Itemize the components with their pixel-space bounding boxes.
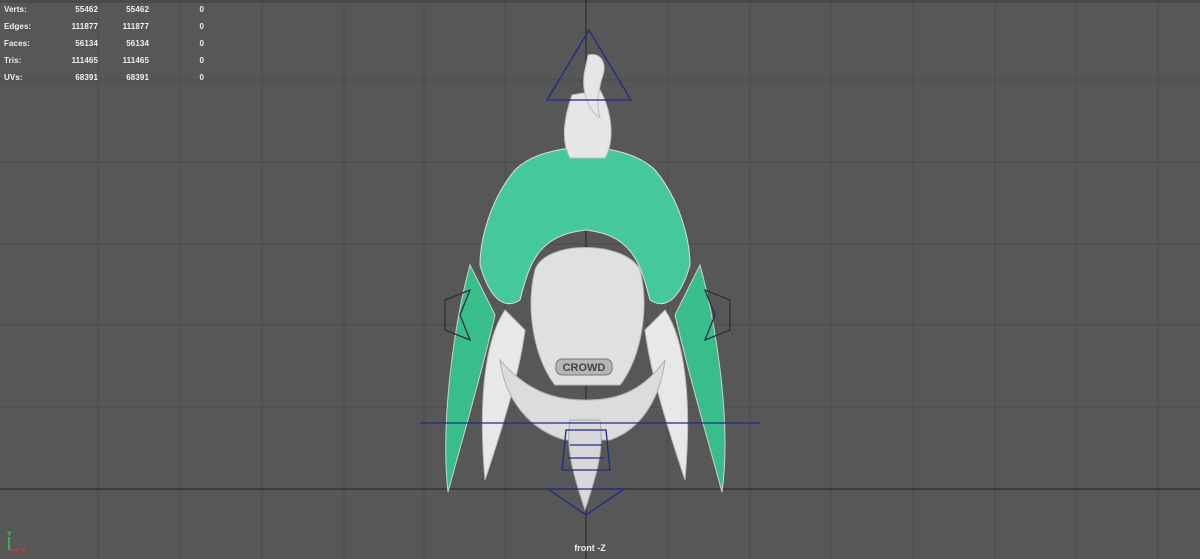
hud-label: UVs: (4, 73, 23, 82)
hud-row-faces: Faces: 56134 56134 0 (4, 35, 214, 52)
hud-value: 56134 (75, 39, 98, 48)
hud-value: 55462 (126, 5, 149, 14)
axis-x-label: X (21, 548, 26, 555)
hud-value: 111877 (122, 22, 149, 31)
hud-value: 0 (199, 5, 204, 14)
hud-value: 0 (199, 73, 204, 82)
hud-row-edges: Edges: 111877 111877 0 (4, 18, 214, 35)
character-model[interactable]: CROWD (445, 53, 726, 512)
hud-row-verts: Verts: 55462 55462 0 (4, 1, 214, 18)
hud-row-tris: Tris: 111465 111465 0 (4, 52, 214, 69)
axis-gizmo-icon: Y X (7, 531, 26, 555)
hud-row-uvs: UVs: 68391 68391 0 (4, 69, 214, 86)
hud-label: Verts: (4, 5, 27, 14)
hud-value: 68391 (126, 73, 149, 82)
hud-value: 0 (199, 56, 204, 65)
poly-count-hud: Verts: 55462 55462 0 Edges: 111877 11187… (4, 1, 214, 86)
camera-label: front -Z (574, 543, 606, 553)
hud-label: Tris: (4, 56, 22, 65)
hud-label: Faces: (4, 39, 30, 48)
hud-value: 111877 (71, 22, 98, 31)
hud-value: 111465 (71, 56, 98, 65)
hud-label: Edges: (4, 22, 32, 31)
hud-value: 68391 (75, 73, 98, 82)
hud-value: 56134 (126, 39, 149, 48)
hud-value: 55462 (75, 5, 98, 14)
hud-value: 111465 (122, 56, 149, 65)
hud-value: 0 (199, 22, 204, 31)
crowd-plate-text: CROWD (563, 362, 606, 374)
axis-y-label: Y (7, 531, 12, 538)
tail-mesh[interactable] (568, 419, 602, 512)
hud-value: 0 (199, 39, 204, 48)
